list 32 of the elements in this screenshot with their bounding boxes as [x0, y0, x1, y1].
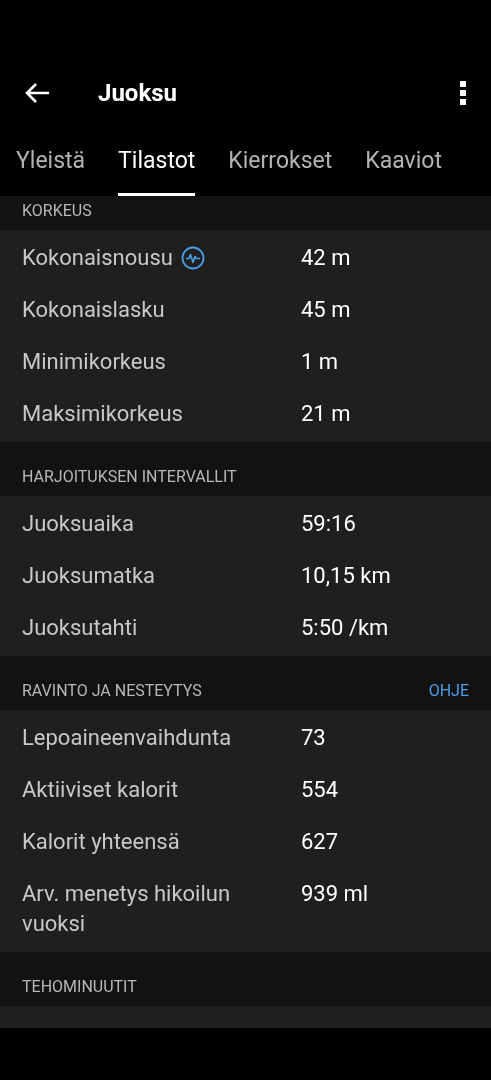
- stat-label: Juoksumatka: [22, 562, 156, 590]
- section-header: TEHOMINUUTIT: [22, 976, 137, 998]
- tab[interactable]: Kaaviot: [365, 144, 442, 196]
- stat-value: 59:16: [301, 510, 356, 538]
- screen-title: Juoksu: [98, 78, 177, 109]
- stat-value: 554: [301, 776, 339, 804]
- help-link[interactable]: OHJE: [428, 679, 469, 703]
- stat-label: Aktiiviset kalorit: [22, 776, 179, 804]
- stat-label: Juoksutahti: [22, 614, 138, 642]
- stat-value: 10,15 km: [301, 562, 391, 590]
- stat-label: Juoksuaika: [22, 510, 134, 538]
- section-header: RAVINTO JA NESTEYTYS: [22, 680, 202, 702]
- stat-value: 21 m: [301, 400, 351, 428]
- stat-label: Kalorit yhteensä: [22, 828, 180, 856]
- stat-value: 939 ml: [301, 880, 369, 908]
- stat-label: Kokonaislasku: [22, 296, 165, 324]
- stat-value: 1 m: [301, 348, 339, 376]
- stat-label: Maksimikorkeus: [22, 400, 183, 428]
- tab[interactable]: Kierrokset: [228, 144, 333, 196]
- stat-value: 5:50 /km: [301, 614, 389, 642]
- stat-label: Minimikorkeus: [22, 348, 166, 376]
- section-header: KORKEUS: [22, 200, 92, 222]
- tab[interactable]: Yleistä: [16, 144, 86, 196]
- stat-label: Lepoaineenvaihdunta: [22, 724, 232, 752]
- section-header: HARJOITUKSEN INTERVALLIT: [22, 466, 237, 488]
- stat-label: Kokonaisnousu: [22, 244, 173, 272]
- stat-value: 42 m: [301, 244, 351, 272]
- more-options-icon[interactable]: [457, 79, 469, 107]
- stat-value: 73: [301, 724, 326, 752]
- stat-label: Arv. menetys hikoilun vuoksi: [22, 880, 232, 938]
- stat-value: 45 m: [301, 296, 351, 324]
- stat-value: 627: [301, 828, 339, 856]
